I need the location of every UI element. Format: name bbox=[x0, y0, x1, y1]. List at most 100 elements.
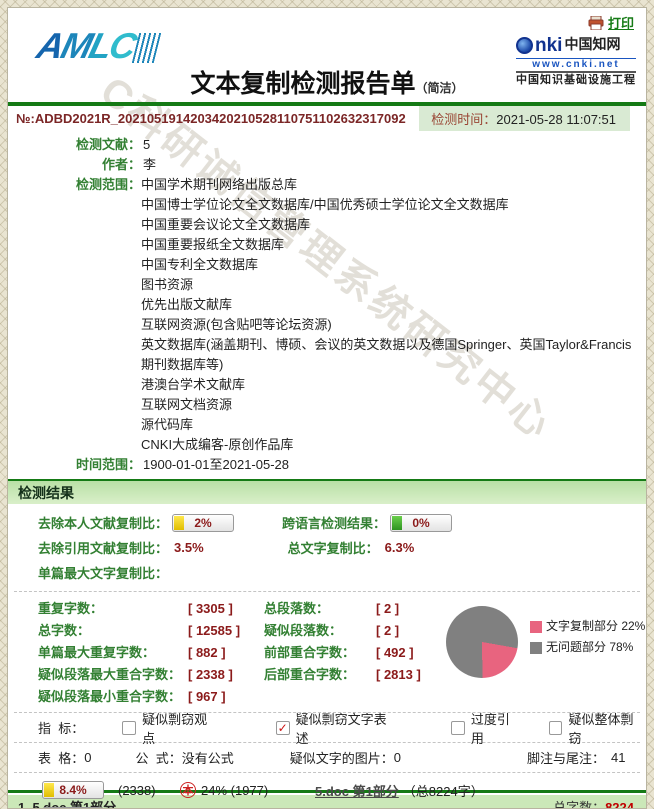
cross-lang-badge: 0% bbox=[390, 513, 453, 532]
pie-chart bbox=[446, 606, 518, 678]
total-ratio-value: 6.3% bbox=[384, 540, 415, 555]
part-link[interactable]: 5.doc 第1部分 bbox=[315, 781, 399, 800]
scope-item: 互联网资源(包含贴吧等论坛资源) bbox=[141, 317, 332, 332]
checkbox-viewpoint-label: 疑似剽窃观点 bbox=[142, 711, 208, 746]
image-value: 0 bbox=[393, 750, 401, 765]
stat-label: 重复字数： bbox=[38, 601, 104, 616]
scope-item: 中国学术期刊网络出版总库 bbox=[141, 177, 298, 192]
stats-grid: 重复字数： [ 3305 ] 总段落数： [ 2 ] 总字数： [ 12585 … bbox=[38, 598, 446, 708]
stat-value: [ 967 ] bbox=[188, 689, 226, 704]
stat-value: [ 3305 ] bbox=[188, 601, 233, 616]
scope-item: 英文数据库(涵盖期刊、博硕、会议的英文数据以及德国Springer、英国Tayl… bbox=[141, 337, 632, 372]
stat-label: 总字数： bbox=[38, 623, 91, 638]
scope-item: 港澳台学术文献库 bbox=[141, 377, 246, 392]
page-title-suffix: （简洁） bbox=[415, 81, 464, 95]
self-doc-icon: 本 bbox=[180, 782, 196, 798]
scope-item: 图书资源 bbox=[141, 277, 194, 292]
doc-label: 检测文献： bbox=[75, 137, 141, 152]
stat-label: 总段落数： bbox=[264, 601, 330, 616]
stat-value: [ 12585 ] bbox=[188, 623, 241, 638]
checkbox-whole-plagiarism-label: 疑似整体剽窃 bbox=[568, 711, 634, 746]
stat-value: [ 882 ] bbox=[188, 645, 226, 660]
part-ratio-badge: 8.4% bbox=[42, 781, 104, 799]
detect-time-box: 检测时间：2021-05-28 11:07:51 bbox=[419, 105, 630, 131]
author-label: 作者： bbox=[101, 157, 141, 172]
image-label: 疑似文字的图片： bbox=[289, 751, 394, 766]
cnki-letters: nki bbox=[535, 35, 563, 56]
part-row: 8.4% (2338) 本 24% (1977) 5.doc 第1部分 （总82… bbox=[38, 777, 646, 803]
globe-icon bbox=[516, 37, 533, 55]
scope-item: 中国博士学位论文全文数据库/中国优秀硕士学位论文全文数据库 bbox=[141, 197, 509, 212]
results-section-header: 检测结果 bbox=[8, 481, 646, 504]
extras-row: 表 格： 0 公 式： 没有公式 疑似文字的图片： 0 脚注与尾注： 41 bbox=[8, 745, 646, 770]
stat-label: 疑似段落数： bbox=[264, 623, 343, 638]
report-number-bar: №:ADBD2021R_2021051914203420210528110751… bbox=[8, 105, 646, 131]
checkbox-over-quote[interactable] bbox=[450, 720, 465, 735]
scope-list: 中国学术期刊网络出版总库 中国博士学位论文全文数据库/中国优秀硕士学位论文全文数… bbox=[141, 175, 646, 455]
stat-value: [ 2 ] bbox=[376, 623, 400, 638]
stat-value: [ 2338 ] bbox=[188, 667, 233, 682]
stat-label: 疑似段落最大重合字数： bbox=[38, 667, 182, 682]
single-max-label: 单篇最大文字复制比： bbox=[38, 566, 169, 581]
author-value: 李 bbox=[143, 157, 157, 172]
checkbox-whole-plagiarism[interactable] bbox=[548, 720, 563, 735]
cnki-chinese-name: 中国知网 bbox=[564, 38, 621, 54]
report-number: №:ADBD2021R_2021051914203420210528110751… bbox=[16, 110, 406, 126]
dashed-divider bbox=[14, 772, 640, 773]
page-title: 文本复制检测报告单 bbox=[190, 70, 416, 98]
part-row: 2.2% (967) 本 18% (787) 5.doc 第2部分 （总4361… bbox=[38, 803, 646, 808]
results-section: 去除本人文献复制比： 2% 跨语言检测结果： 0% 去除引用文献复制比： 3.5… bbox=[8, 504, 646, 589]
quote-excluded-label: 去除引用文献复制比： bbox=[38, 541, 169, 556]
amlc-stripes-icon bbox=[131, 33, 162, 64]
stat-value: [ 2 ] bbox=[376, 601, 400, 616]
part-self-ratio: 24% (1977) bbox=[201, 782, 269, 798]
stat-label: 疑似段落最小重合字数： bbox=[38, 689, 182, 704]
badge-bar-icon bbox=[44, 783, 54, 797]
scope-item: 源代码库 bbox=[141, 417, 194, 432]
part-count: (2338) bbox=[118, 782, 156, 798]
legend-copy-label: 文字复制部分 22% bbox=[546, 619, 646, 633]
badge-bar-icon bbox=[174, 515, 185, 530]
scope-item: 中国重要报纸全文数据库 bbox=[141, 237, 285, 252]
scope-item: CNKI大成编客-原创作品库 bbox=[141, 437, 294, 452]
detect-time-value: 2021-05-28 11:07:51 bbox=[496, 111, 616, 127]
indicators-row: 指 标： 疑似剽窃观点 ✓ 疑似剽窃文字表述 过度引用 疑似整体剽窃 bbox=[8, 712, 646, 746]
checkbox-viewpoint[interactable] bbox=[122, 720, 137, 735]
print-button[interactable]: 打印 bbox=[588, 13, 634, 32]
pie-chart-block: 文字复制部分 22% 无问题部分 78% bbox=[446, 598, 645, 708]
time-range-label: 时间范围： bbox=[75, 457, 141, 472]
report-page: C科研诚信管理系统研究中心 打印 AMLC nki 中国知网 www.cnki.… bbox=[7, 7, 647, 809]
time-range-value: 1900-01-01至2021-05-28 bbox=[143, 457, 289, 472]
table-value: 0 bbox=[84, 750, 92, 765]
print-label: 打印 bbox=[607, 16, 634, 31]
meta-section: 检测文献： 5 作者： 李 检测范围： 中国学术期刊网络出版总库 中国博士学位论… bbox=[8, 130, 646, 479]
self-excluded-label: 去除本人文献复制比： bbox=[38, 516, 169, 531]
amlc-logo: AMLC bbox=[33, 25, 163, 66]
parts-list: 8.4% (2338) 本 24% (1977) 5.doc 第1部分 （总82… bbox=[8, 775, 646, 808]
formula-label: 公 式： bbox=[135, 751, 182, 766]
legend-swatch-ok-icon bbox=[530, 641, 542, 654]
stat-label: 前部重合字数： bbox=[264, 645, 356, 660]
checkbox-text-plagiarism[interactable]: ✓ bbox=[275, 720, 290, 735]
stat-label: 后部重合字数： bbox=[264, 667, 356, 682]
header: 打印 AMLC nki 中国知网 www.cnki.net 中国知识基础设施工程… bbox=[8, 8, 646, 102]
indicators-label: 指 标： bbox=[38, 721, 85, 736]
checkbox-text-plagiarism-label: 疑似剽窃文字表述 bbox=[295, 711, 387, 746]
part-total-words: （总8224字） bbox=[402, 783, 484, 799]
cross-lang-label: 跨语言检测结果： bbox=[282, 516, 387, 531]
scope-item: 中国重要会议论文全文数据库 bbox=[141, 217, 311, 232]
scope-item: 优先出版文献库 bbox=[141, 297, 233, 312]
table-label: 表 格： bbox=[38, 751, 85, 766]
pie-legend: 文字复制部分 22% 无问题部分 78% bbox=[530, 606, 645, 708]
checkbox-over-quote-label: 过度引用 bbox=[470, 711, 510, 746]
stat-value: [ 492 ] bbox=[376, 645, 414, 660]
legend-ok-label: 无问题部分 78% bbox=[546, 640, 634, 654]
stat-value: [ 2813 ] bbox=[376, 667, 421, 682]
badge-bar-icon bbox=[392, 515, 403, 530]
doc-value: 5 bbox=[143, 137, 151, 152]
total-ratio-label: 总文字复制比： bbox=[287, 541, 379, 556]
self-excluded-badge: 2% bbox=[172, 513, 235, 532]
footnote-label: 脚注与尾注： bbox=[526, 751, 605, 766]
scope-label: 检测范围： bbox=[75, 177, 141, 192]
scope-item: 中国专利全文数据库 bbox=[141, 257, 259, 272]
